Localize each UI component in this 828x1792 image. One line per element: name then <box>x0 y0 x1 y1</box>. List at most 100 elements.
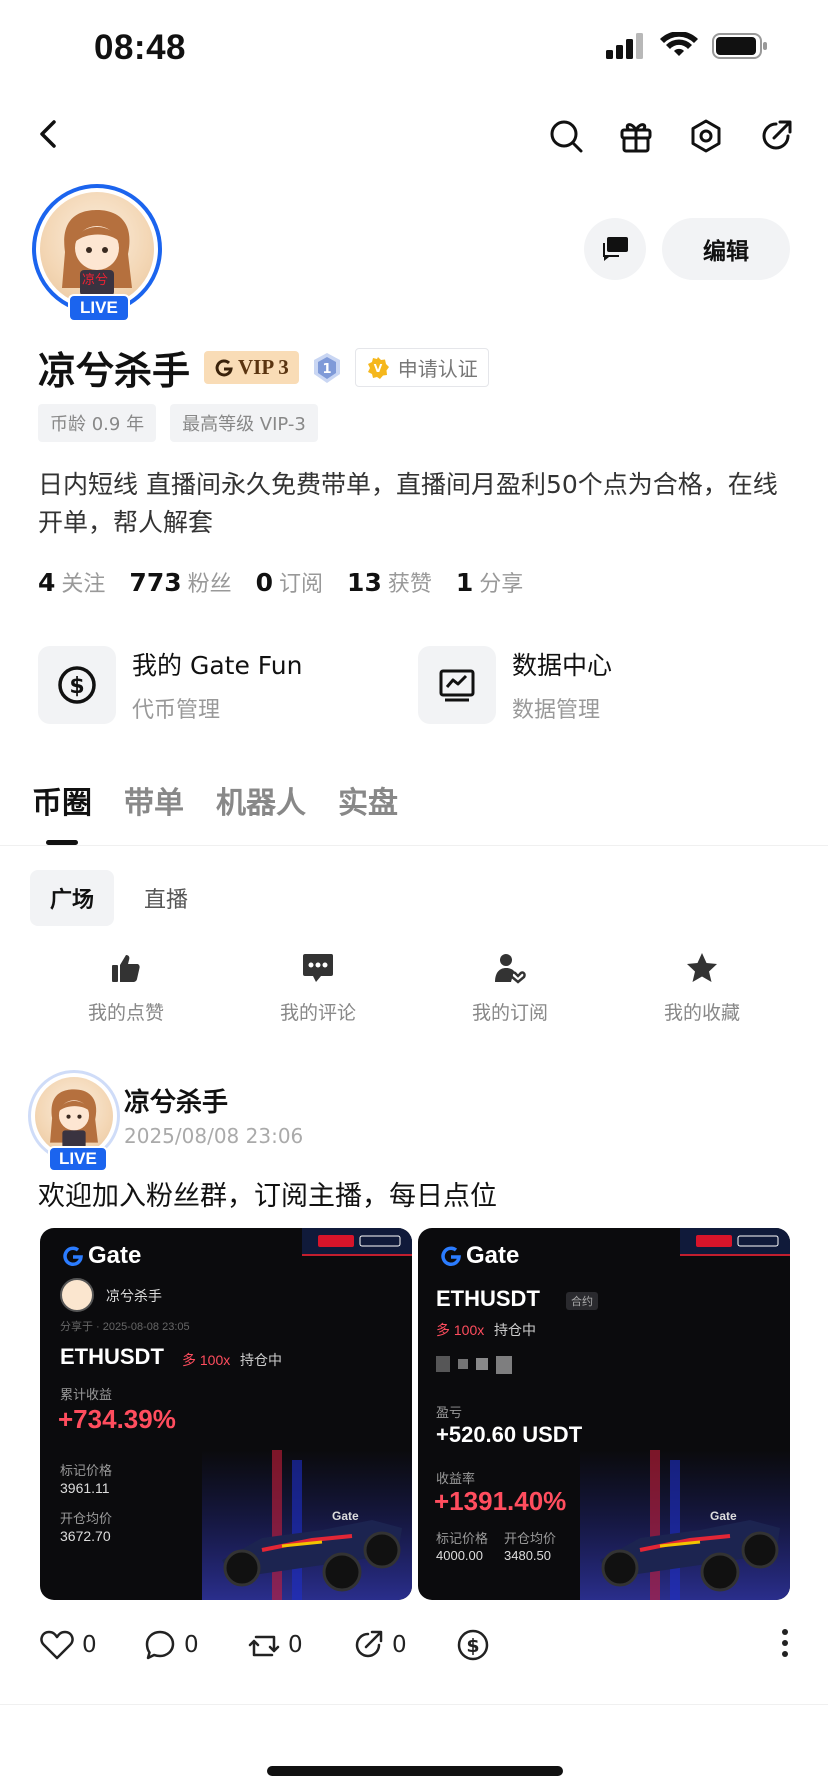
status-icons <box>606 31 768 64</box>
card-rate-value: +1391.40% <box>434 1486 567 1516</box>
stat-label: 订阅 <box>279 572 324 597</box>
card-mark-value: 4000.00 <box>436 1548 483 1563</box>
gate-logo: Gate <box>62 1242 141 1270</box>
tab-coin-circle[interactable]: 币圈 <box>32 778 92 822</box>
chat-icon <box>603 237 628 261</box>
level-badge[interactable]: 1 <box>313 352 341 384</box>
avatar-image: 凉兮 <box>40 192 154 306</box>
quick-link-label: 我的订阅 <box>471 1002 548 1024</box>
tab-bots[interactable]: 机器人 <box>216 778 306 822</box>
stat-followers[interactable]: 773 粉丝 <box>129 566 231 598</box>
message-button[interactable] <box>584 218 646 280</box>
thumbs-up-icon <box>112 955 140 982</box>
coin-age-tag: 币龄 0.9 年 <box>38 404 157 442</box>
stat-shares[interactable]: 1 分享 <box>456 566 523 598</box>
tool-title: 数据中心 <box>512 651 613 680</box>
tab-copy-trading[interactable]: 带单 <box>124 778 184 822</box>
status-bar: 08:48 <box>0 0 828 98</box>
card-entry-value: 3480.50 <box>504 1548 551 1563</box>
back-button[interactable] <box>30 114 70 154</box>
share-icon <box>355 1630 383 1658</box>
vip-label: VIP 3 <box>238 355 289 379</box>
tab-live-trading[interactable]: 实盘 <box>338 778 398 822</box>
post-author-avatar[interactable]: LIVE <box>28 1070 120 1172</box>
card-direction: 多 100x <box>436 1322 485 1338</box>
quick-link-label: 我的点赞 <box>87 1002 164 1024</box>
card-pl-value: +520.60 USDT <box>436 1422 583 1447</box>
tool-subtitle: 代币管理 <box>132 698 221 723</box>
live-badge: LIVE <box>68 294 130 322</box>
avatar-image <box>35 1077 113 1155</box>
svg-text:$: $ <box>69 674 84 699</box>
settings-button[interactable] <box>684 114 728 158</box>
gate-logo: Gate <box>440 1242 519 1270</box>
card-pair: ETHUSDT <box>436 1286 540 1311</box>
comment-icon <box>303 954 333 982</box>
settings-icon <box>691 119 721 153</box>
post-image-2[interactable]: Gate ETHUSDT 合约 多 100x 持仓中 盈亏 +520.60 US… <box>418 1228 790 1600</box>
stat-label: 关注 <box>61 572 106 597</box>
card-entry-label: 开仓均价 <box>60 1511 113 1526</box>
subtab-square[interactable]: 广场 <box>30 870 115 926</box>
stat-subscriptions[interactable]: 0 订阅 <box>256 566 323 598</box>
race-car-icon: Gate <box>202 1450 412 1600</box>
card-entry-label: 开仓均价 <box>504 1531 557 1546</box>
like-count: 0 <box>82 1632 97 1658</box>
my-subscriptions-link[interactable]: 我的订阅 <box>414 948 606 1025</box>
logo-text: Gate <box>88 1242 142 1269</box>
verified-icon: V <box>367 356 389 379</box>
blurred-avatar-row <box>436 1356 512 1374</box>
dollar-circle-icon: $ <box>457 1629 489 1661</box>
post-image-1[interactable]: Gate 凉兮杀手 分享于 · 2025-08-08 23:05 ETHUSDT… <box>40 1228 412 1600</box>
card-contract-tag: 合约 <box>566 1292 598 1310</box>
content-tabs: 币圈 带单 机器人 实盘 <box>32 778 398 822</box>
apply-verify-button[interactable]: V 申请认证 <box>354 348 489 387</box>
subscribe-user-icon <box>495 954 526 984</box>
share-post-button[interactable]: 0 <box>352 1629 456 1661</box>
quick-links: 我的点赞 我的评论 我的订阅 我的收藏 <box>30 948 800 1025</box>
share-icon <box>762 120 792 150</box>
share-button[interactable] <box>754 114 798 158</box>
stat-following[interactable]: 4 关注 <box>38 566 105 598</box>
profile-avatar[interactable]: 凉兮 LIVE <box>32 184 162 322</box>
heart-icon <box>40 1630 74 1660</box>
sponsor-logos-icon <box>696 1235 779 1247</box>
post-text: 欢迎加入粉丝群，订阅主播，每日点位 <box>38 1181 497 1212</box>
my-comments-link[interactable]: 我的评论 <box>222 948 414 1025</box>
card-pl-label: 盈亏 <box>436 1405 463 1420</box>
subtab-live[interactable]: 直播 <box>124 870 208 926</box>
more-options-button[interactable] <box>780 1628 790 1662</box>
my-favorites-link[interactable]: 我的收藏 <box>606 948 798 1025</box>
profile-bio: 日内短线 直播间永久免费带单，直播间月盈利50个点为合格，在线开单，帮人解套 <box>38 470 778 537</box>
home-indicator[interactable] <box>267 1766 563 1776</box>
comment-button[interactable]: 0 <box>144 1629 248 1661</box>
divider <box>0 845 828 846</box>
share-count: 0 <box>392 1632 407 1658</box>
post-author-name[interactable]: 凉兮杀手 <box>124 1082 228 1119</box>
card-direction: 多 100x <box>182 1352 231 1368</box>
card-entry-value: 3672.70 <box>60 1528 111 1544</box>
tool-icon-box: $ <box>38 646 116 724</box>
tip-button[interactable]: $ <box>456 1628 560 1662</box>
card-status: 持仓中 <box>494 1322 536 1338</box>
stat-label: 获赞 <box>387 572 432 597</box>
logo-text: Gate <box>466 1242 520 1269</box>
data-center-entry[interactable]: 数据中心 数据管理 <box>418 646 798 724</box>
name-row: 凉兮杀手 VIP 3 1 V 申请认证 <box>38 340 489 395</box>
gate-fun-entry[interactable]: $ 我的 Gate Fun 代币管理 <box>38 646 418 724</box>
like-button[interactable]: 0 <box>40 1630 144 1660</box>
card-mark-label: 标记价格 <box>60 1463 113 1478</box>
repost-count: 0 <box>288 1632 303 1658</box>
vip-badge[interactable]: VIP 3 <box>204 351 299 384</box>
edit-profile-button[interactable]: 编辑 <box>662 218 790 280</box>
card-shared-time: 分享于 · 2025-08-08 23:05 <box>60 1321 190 1333</box>
search-button[interactable] <box>544 114 588 158</box>
stat-likes[interactable]: 13 获赞 <box>347 566 432 598</box>
repost-button[interactable]: 0 <box>248 1629 352 1661</box>
my-likes-link[interactable]: 我的点赞 <box>30 948 222 1025</box>
stat-number: 0 <box>255 568 274 597</box>
sponsor-banner <box>680 1228 790 1256</box>
gift-button[interactable] <box>614 114 658 158</box>
quick-link-label: 我的评论 <box>279 1002 356 1024</box>
profile-tags: 币龄 0.9 年 最高等级 VIP-3 <box>38 404 318 442</box>
